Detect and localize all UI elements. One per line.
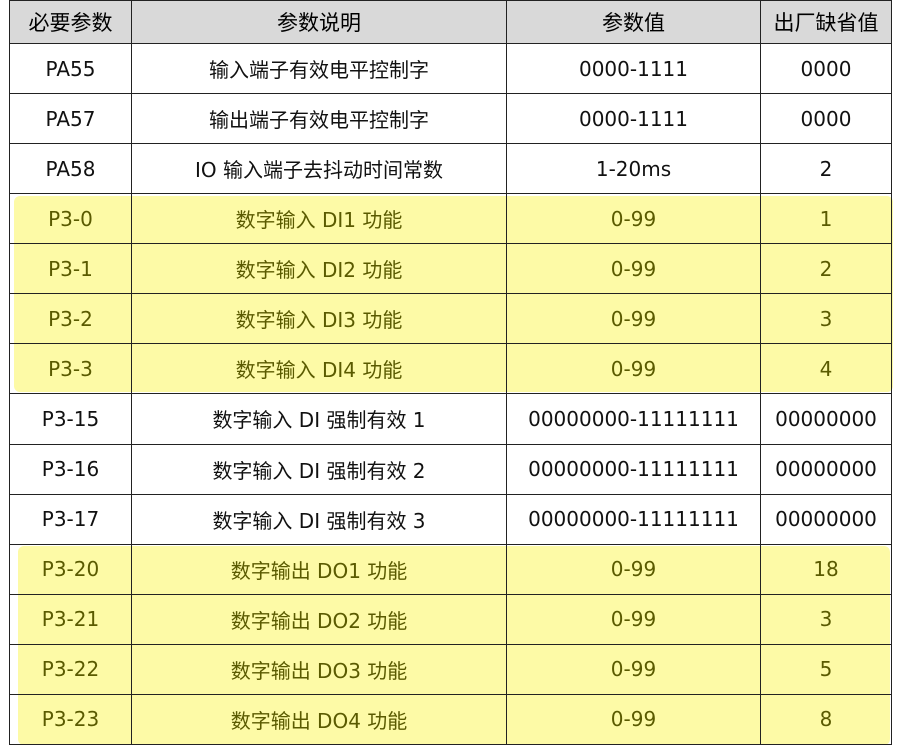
cell-param: P3-2 [9,293,132,345]
cell-default: 3 [760,293,892,345]
cell-param: PA58 [9,143,132,195]
cell-value: 00000000-11111111 [506,443,761,495]
cell-param: P3-21 [9,593,132,645]
cell-description: 数字输出 DO4 功能 [131,693,507,746]
cell-param: P3-22 [9,643,132,695]
cell-default: 8 [760,693,892,746]
cell-value: 0-99 [506,643,761,695]
table-row: P3-21 数字输出 DO2 功能 0-99 3 [9,593,892,645]
parameter-table: 必要参数 参数说明 参数值 出厂缺省值 PA55 输入端子有效电平控制字 000… [9,0,892,746]
table-row: PA57 输出端子有效电平控制字 0000-1111 0000 [9,93,892,145]
cell-default: 3 [760,593,892,645]
cell-param: PA57 [9,93,132,145]
cell-value: 0-99 [506,593,761,645]
cell-description: IO 输入端子去抖动时间常数 [131,143,507,195]
cell-default: 0000 [760,93,892,145]
table-header-row: 必要参数 参数说明 参数值 出厂缺省值 [9,0,892,44]
header-factory-default: 出厂缺省值 [760,0,892,44]
table-row: P3-20 数字输出 DO1 功能 0-99 18 [9,543,892,595]
table-row: P3-15 数字输入 DI 强制有效 1 00000000-11111111 0… [9,393,892,445]
table-row: P3-23 数字输出 DO4 功能 0-99 8 [9,693,892,746]
cell-description: 数字输入 DI 强制有效 1 [131,393,507,445]
cell-param: P3-1 [9,243,132,295]
cell-default: 1 [760,193,892,245]
cell-value: 1-20ms [506,143,761,195]
cell-param: P3-0 [9,193,132,245]
table-row: P3-0 数字输入 DI1 功能 0-99 1 [9,193,892,245]
cell-value: 0-99 [506,343,761,395]
table-row: PA55 输入端子有效电平控制字 0000-1111 0000 [9,42,892,95]
cell-default: 2 [760,243,892,295]
cell-value: 0-99 [506,693,761,746]
cell-value: 0-99 [506,293,761,345]
cell-param: P3-16 [9,443,132,495]
cell-value: 00000000-11111111 [506,393,761,445]
cell-value: 00000000-11111111 [506,493,761,545]
cell-default: 00000000 [760,493,892,545]
cell-value: 0-99 [506,193,761,245]
cell-param: P3-17 [9,493,132,545]
header-param-description: 参数说明 [131,0,507,44]
cell-description: 输出端子有效电平控制字 [131,93,507,145]
cell-param: PA55 [9,42,132,95]
table-row: P3-22 数字输出 DO3 功能 0-99 5 [9,643,892,695]
table-row: PA58 IO 输入端子去抖动时间常数 1-20ms 2 [9,143,892,195]
cell-default: 00000000 [760,443,892,495]
cell-description: 数字输出 DO2 功能 [131,593,507,645]
table-row: P3-17 数字输入 DI 强制有效 3 00000000-11111111 0… [9,493,892,545]
cell-description: 输入端子有效电平控制字 [131,42,507,95]
cell-default: 18 [760,543,892,595]
table-row: P3-3 数字输入 DI4 功能 0-99 4 [9,343,892,395]
cell-param: P3-20 [9,543,132,595]
cell-description: 数字输出 DO1 功能 [131,543,507,595]
cell-description: 数字输出 DO3 功能 [131,643,507,695]
cell-param: P3-23 [9,693,132,746]
cell-value: 0000-1111 [506,42,761,95]
cell-description: 数字输入 DI 强制有效 3 [131,493,507,545]
cell-param: P3-15 [9,393,132,445]
cell-param: P3-3 [9,343,132,395]
header-required-param: 必要参数 [9,0,132,44]
table-row: P3-16 数字输入 DI 强制有效 2 00000000-11111111 0… [9,443,892,495]
header-param-value: 参数值 [506,0,761,44]
cell-default: 2 [760,143,892,195]
cell-value: 0000-1111 [506,93,761,145]
cell-description: 数字输入 DI2 功能 [131,243,507,295]
cell-description: 数字输入 DI3 功能 [131,293,507,345]
cell-description: 数字输入 DI4 功能 [131,343,507,395]
cell-description: 数字输入 DI 强制有效 2 [131,443,507,495]
cell-value: 0-99 [506,243,761,295]
table-row: P3-2 数字输入 DI3 功能 0-99 3 [9,293,892,345]
cell-default: 00000000 [760,393,892,445]
table-row: P3-1 数字输入 DI2 功能 0-99 2 [9,243,892,295]
cell-default: 5 [760,643,892,695]
cell-description: 数字输入 DI1 功能 [131,193,507,245]
cell-default: 0000 [760,42,892,95]
cell-default: 4 [760,343,892,395]
cell-value: 0-99 [506,543,761,595]
